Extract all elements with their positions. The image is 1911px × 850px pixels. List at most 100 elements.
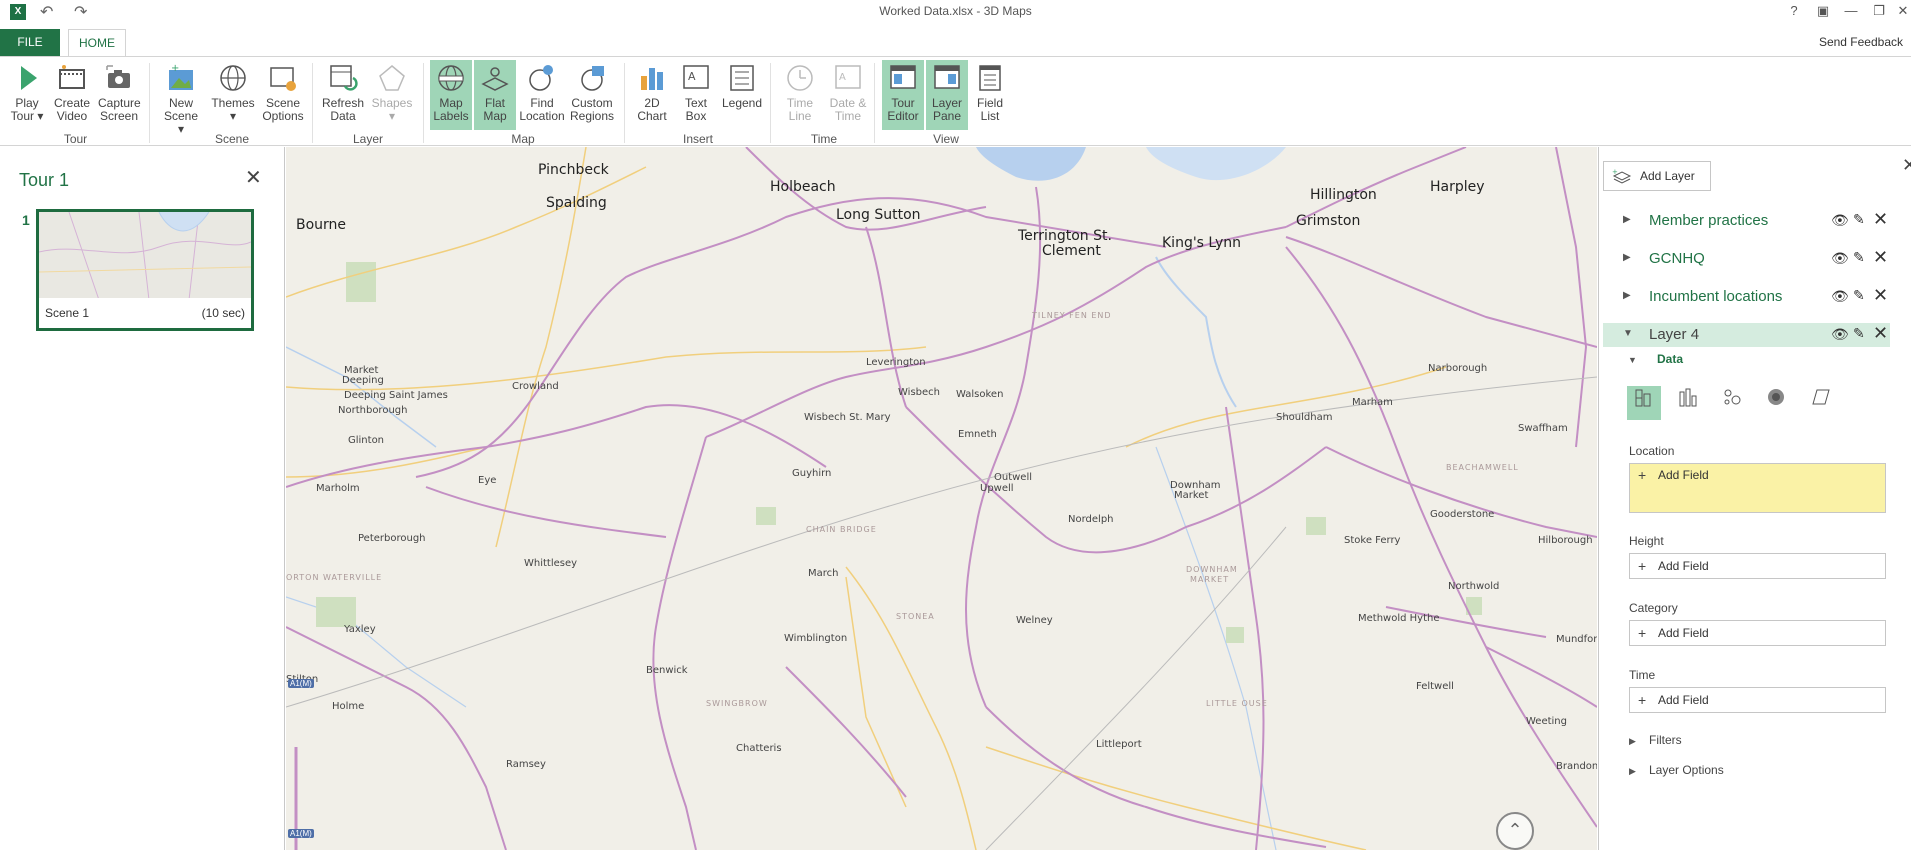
group-label-map: Map: [511, 132, 535, 146]
tour-editor-icon: [890, 65, 916, 89]
time-line-button[interactable]: Time Line: [778, 60, 822, 130]
map-area-label: TILNEY FEN END: [1032, 311, 1112, 320]
tab-file[interactable]: FILE: [0, 29, 60, 56]
layer-pane-icon: [934, 65, 960, 89]
title-bar: X ↶ ↷ Worked Data.xlsx - 3D Maps ? ▣ — ❐…: [0, 0, 1911, 24]
close-icon[interactable]: ✕: [1891, 3, 1911, 19]
create-video-button[interactable]: Create Video: [52, 60, 92, 130]
scene-options-button[interactable]: Scene Options: [262, 60, 304, 130]
pencil-icon[interactable]: ✎: [1853, 287, 1865, 304]
2d-chart-button[interactable]: 2D Chart: [632, 60, 672, 130]
shapes-button[interactable]: Shapes ▾: [370, 60, 414, 130]
delete-icon[interactable]: ✕: [1873, 323, 1888, 344]
map-label: Leverington: [866, 357, 926, 368]
field-list-icon: [979, 65, 1001, 91]
stacked-column-icon[interactable]: [1627, 386, 1661, 420]
close-icon[interactable]: ✕: [245, 165, 262, 190]
camera-icon: [106, 65, 130, 88]
map-label: Holbeach: [770, 179, 836, 195]
flat-map-icon: [481, 67, 509, 91]
close-icon[interactable]: ✕: [1902, 155, 1911, 176]
expand-icon[interactable]: ▶: [1623, 214, 1631, 225]
eye-icon[interactable]: 👁: [1831, 288, 1849, 305]
field-list-button[interactable]: Field List: [970, 60, 1010, 130]
layer-row[interactable]: ▶ GCNHQ 👁 ✎ ✕: [1603, 247, 1890, 271]
scene-number: 1: [22, 212, 30, 228]
ribbon-display-icon[interactable]: ▣: [1811, 3, 1835, 19]
location-field-well[interactable]: + Add Field: [1629, 463, 1886, 513]
map-label: Deeping Saint James: [344, 390, 448, 401]
map-label: Crowland: [512, 381, 559, 392]
tour-editor-button[interactable]: Tour Editor: [882, 60, 924, 130]
legend-button[interactable]: Legend: [720, 60, 764, 130]
layer-row-selected[interactable]: ▼ Layer 4 👁 ✎ ✕: [1603, 323, 1890, 347]
pencil-icon[interactable]: ✎: [1853, 249, 1865, 266]
map-label: Northwold: [1448, 581, 1500, 592]
filters-section[interactable]: ▶ Filters: [1629, 733, 1682, 747]
map-canvas[interactable]: Pinchbeck Holbeach Spalding Long Sutton …: [286, 147, 1597, 850]
group-label-view: View: [933, 132, 959, 146]
eye-icon[interactable]: 👁: [1831, 250, 1849, 267]
clustered-column-icon[interactable]: [1671, 386, 1705, 420]
scene-name: Scene 1: [45, 306, 90, 320]
scene-thumbnail[interactable]: Scene 1 (10 sec): [36, 209, 254, 331]
map-label: Terrington St.: [1018, 228, 1112, 244]
help-icon[interactable]: ?: [1782, 3, 1806, 18]
text-box-button[interactable]: A Text Box: [678, 60, 714, 130]
eye-icon[interactable]: 👁: [1831, 212, 1849, 229]
send-feedback-link[interactable]: Send Feedback: [1819, 35, 1903, 49]
road-shield: A1(M): [288, 829, 314, 838]
collapse-icon[interactable]: ▼: [1628, 355, 1637, 365]
date-time-button[interactable]: A Date & Time: [826, 60, 870, 130]
layer-pane-button[interactable]: Layer Pane: [926, 60, 968, 130]
capture-screen-button[interactable]: Capture Screen: [98, 60, 141, 130]
delete-icon[interactable]: ✕: [1873, 209, 1888, 230]
expand-icon[interactable]: ▶: [1623, 290, 1631, 301]
minimize-icon[interactable]: —: [1839, 3, 1863, 18]
layer-options-section[interactable]: ▶ Layer Options: [1629, 763, 1724, 777]
layer-name: Layer 4: [1649, 326, 1700, 343]
delete-icon[interactable]: ✕: [1873, 285, 1888, 306]
new-scene-button[interactable]: + New Scene ▾: [160, 60, 202, 136]
group-separator: [770, 63, 771, 143]
add-layer-button[interactable]: + Add Layer: [1603, 161, 1711, 191]
map-label: Narborough: [1428, 363, 1488, 374]
find-location-button[interactable]: Find Location: [518, 60, 566, 130]
maximize-icon[interactable]: ❐: [1867, 3, 1891, 19]
layer-row[interactable]: ▶ Incumbent locations 👁 ✎ ✕: [1603, 285, 1890, 309]
expand-icon: ▶: [1629, 766, 1636, 776]
time-field-well[interactable]: + Add Field: [1629, 687, 1886, 713]
height-field-well[interactable]: + Add Field: [1629, 553, 1886, 579]
eye-icon[interactable]: 👁: [1831, 326, 1849, 343]
map-navigation-icon[interactable]: ⌃: [1496, 812, 1534, 850]
map-label: Pinchbeck: [538, 162, 609, 178]
map-label: Swaffham: [1518, 423, 1568, 434]
svg-text:A: A: [688, 70, 696, 83]
tab-home[interactable]: HOME: [68, 29, 126, 57]
refresh-data-button[interactable]: Refresh Data: [320, 60, 366, 130]
map-label: Weeting: [1526, 716, 1567, 727]
group-separator: [624, 63, 625, 143]
data-section-header[interactable]: Data: [1657, 352, 1683, 366]
delete-icon[interactable]: ✕: [1873, 247, 1888, 268]
collapse-icon[interactable]: ▼: [1623, 328, 1633, 339]
custom-regions-icon: [581, 66, 604, 91]
heat-map-icon[interactable]: [1759, 386, 1793, 420]
layer-row[interactable]: ▶ Member practices 👁 ✎ ✕: [1603, 209, 1890, 233]
map-label: Hilborough: [1538, 535, 1593, 546]
themes-button[interactable]: Themes ▾: [210, 60, 256, 130]
category-field-well[interactable]: + Add Field: [1629, 620, 1886, 646]
expand-icon[interactable]: ▶: [1623, 252, 1631, 263]
play-tour-button[interactable]: Play Tour ▾: [8, 60, 46, 130]
bubble-icon[interactable]: [1715, 386, 1749, 420]
flat-map-button[interactable]: Flat Map: [474, 60, 516, 130]
ribbon: Play Tour ▾ Create Video Capture Screen …: [0, 56, 1911, 146]
pencil-icon[interactable]: ✎: [1853, 325, 1865, 342]
pencil-icon[interactable]: ✎: [1853, 211, 1865, 228]
region-icon[interactable]: [1803, 386, 1837, 420]
custom-regions-button[interactable]: Custom Regions: [568, 60, 616, 130]
map-labels-button[interactable]: Map Labels: [430, 60, 472, 130]
map-label: Feltwell: [1416, 681, 1454, 692]
legend-icon: [730, 65, 754, 91]
map-label: Shouldham: [1276, 412, 1333, 423]
